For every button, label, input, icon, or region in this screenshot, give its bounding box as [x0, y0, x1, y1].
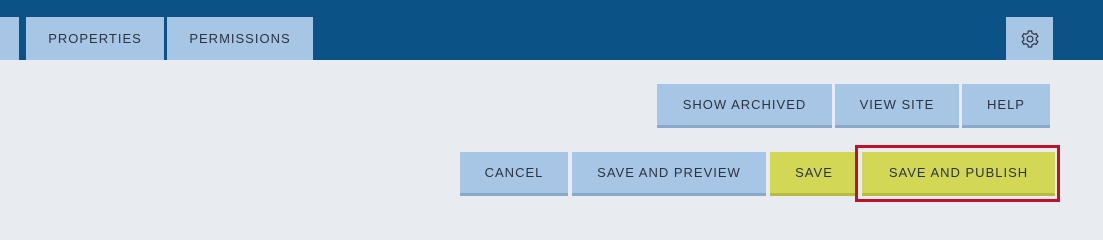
show-archived-button[interactable]: SHOW ARCHIVED: [657, 84, 832, 128]
tab-permissions[interactable]: PERMISSIONS: [167, 17, 313, 60]
view-site-button[interactable]: VIEW SITE: [835, 84, 959, 128]
settings-button[interactable]: [1006, 17, 1053, 60]
save-and-preview-button[interactable]: SAVE AND PREVIEW: [572, 152, 766, 196]
save-button[interactable]: SAVE: [770, 152, 858, 196]
tab-partial[interactable]: [0, 17, 19, 60]
top-nav-bar: PROPERTIES PERMISSIONS: [0, 0, 1103, 60]
tab-properties[interactable]: PROPERTIES: [26, 17, 164, 60]
cancel-button[interactable]: CANCEL: [460, 152, 568, 196]
gear-icon: [1020, 29, 1040, 49]
help-button[interactable]: HELP: [962, 84, 1050, 128]
save-and-publish-button[interactable]: SAVE AND PUBLISH: [862, 152, 1055, 196]
